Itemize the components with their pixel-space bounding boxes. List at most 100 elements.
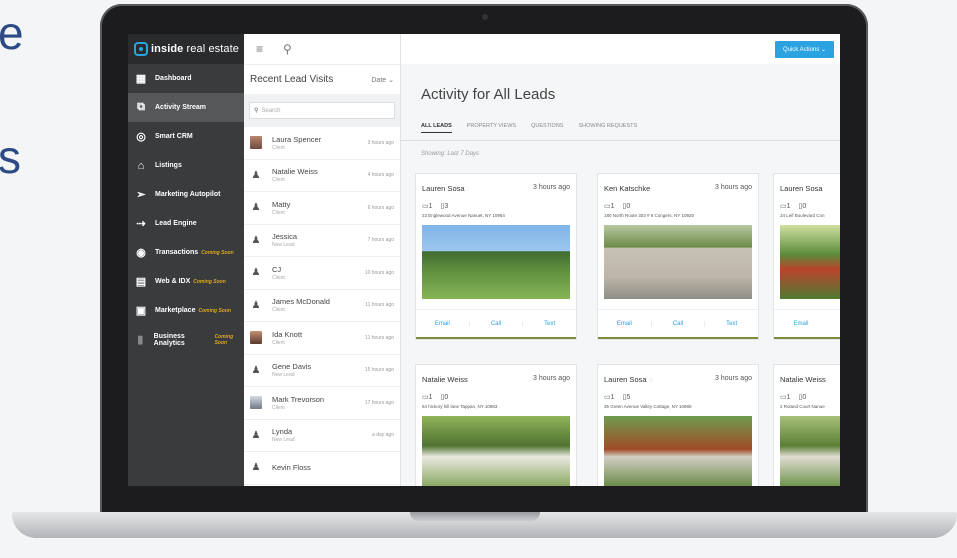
web-icon: ▤ [135,276,147,288]
sidebar-item-label: Transactions [155,249,199,256]
brand-mark-icon [134,42,148,56]
email-button[interactable]: Email [774,321,828,327]
lead-name: James McDonald [272,297,330,307]
list-item[interactable]: Laura Spencer Client 3 hours ago [244,127,400,160]
activity-card[interactable]: Lauren Sosa 3 hours ago ▭1 ▯3 23 Englewood… [415,173,577,340]
lead-search-input[interactable]: ⚲ Search [249,102,395,119]
property-photo[interactable] [780,225,840,299]
call-button[interactable]: Call [652,320,706,327]
card-actions: Email [774,309,840,337]
list-item[interactable]: ♟ Natalie Weiss Client 4 hours ago [244,160,400,192]
property-photo[interactable] [422,416,570,486]
sidebar-item-smart-crm[interactable]: ◎ Smart CRM [128,122,244,151]
activity-card[interactable]: Lauren Sosa ◌ 3 hours ago ▭1 ▯5 35 Green A… [597,364,759,486]
views-value: 1 [610,203,615,210]
list-item[interactable]: ♟ CJ Client 10 hours ago [244,257,400,290]
lead-type: Client [272,404,285,411]
sort-dropdown[interactable]: Date ⌄ [371,76,394,84]
quick-actions-button[interactable]: Quick Actions ⌄ [774,40,834,58]
activity-card[interactable]: Natalie Weiss 3 hours ago ▭1 ▯0 64 hickory… [415,364,577,486]
person-icon: ♟ [251,234,261,246]
sidebar-item-marketing-autopilot[interactable]: ➢ Marketing Autopilot [128,180,244,209]
background-text-mid: s [0,131,21,183]
activity-card[interactable]: Ken Katschke 3 hours ago ▭1 ▯0 180 North R… [597,173,759,340]
views-value: 1 [786,203,791,210]
lead-name: Kevin Floss [272,463,311,473]
home-icon: ⌂ [137,159,145,172]
email-button[interactable]: Email [598,320,652,327]
date-range-label: Showing: Last 7 Days [421,151,480,157]
text-button[interactable]: Text [523,321,576,327]
lead-time: 4 hours ago [367,172,394,179]
list-item[interactable]: ♟ Jessica New Lead 7 hours ago [244,225,400,257]
activity-card[interactable]: Natalie Weiss ▭1 ▯0 2 Roland Court Nanue [773,364,840,486]
phone-count: ▯0 [799,393,807,401]
person-icon: ♟ [251,202,261,214]
tab-all-leads[interactable]: ALL LEADS [421,117,452,133]
sidebar-item-label: Marketplace [155,307,196,314]
views-count: ▭1 [604,393,615,401]
lead-name: Lynda [272,427,293,437]
sidebar-item-label: Lead Engine [155,220,197,227]
avatar [250,331,262,345]
call-button[interactable]: Call [470,320,524,327]
list-item[interactable]: Ida Knott Client 11 hours ago [244,322,400,355]
list-item[interactable]: Mark Trevorson Client 17 hours ago [244,387,400,420]
sidebar-item-transactions[interactable]: ◉ Transactions Coming Soon [128,238,244,267]
sidebar-item-label: Listings [155,162,182,169]
sidebar-item-activity-stream[interactable]: ⧉ Activity Stream [128,93,244,122]
card-lead-name: Lauren Sosa [780,184,823,193]
list-item[interactable]: ♟ Gene Davis New Lead 15 hours ago [244,355,400,387]
list-item[interactable]: ♟ Matty Client 6 hours ago [244,192,400,225]
activity-card[interactable]: Lauren Sosa ▭1 ▯0 34 Leif Boulevard Con E… [773,173,840,340]
card-actions: Email Call Text [598,309,758,337]
sidebar-item-listings[interactable]: ⌂ Listings [128,151,244,180]
card-time: 3 hours ago [533,184,570,191]
tab-property-views[interactable]: PROPERTY VIEWS [467,117,516,133]
property-photo[interactable] [604,416,752,486]
views-count: ▭1 [604,202,615,210]
list-item[interactable]: ♟ James McDonald Client 11 hours ago [244,290,400,322]
email-button[interactable]: Email [416,320,470,327]
card-accent-bar [774,337,840,339]
loading-spinner-icon: ◌ [648,375,654,384]
coming-soon-badge: Coming Soon [198,307,231,314]
sidebar-item-dashboard[interactable]: ▦ Dashboard [128,64,244,93]
views-count: ▭1 [422,202,433,210]
property-photo[interactable] [780,416,840,486]
top-bar-left: ≡ ⚲ [244,34,400,64]
activity-tabs: ALL LEADS PROPERTY VIEWS QUESTIONS SHOWI… [401,103,840,141]
sidebar-item-business-analytics[interactable]: ▮ Business Analytics Coming Soon [128,325,244,354]
property-photo[interactable] [604,225,752,299]
person-icon: ♟ [251,364,261,376]
card-accent-bar [416,337,576,339]
lead-name: Matty [272,199,291,209]
sidebar-item-marketplace[interactable]: ▣ Marketplace Coming Soon [128,296,244,325]
person-icon: ♟ [251,267,261,279]
laptop-base-notch [410,512,540,521]
lead-name: Jessica [272,232,298,242]
tab-questions[interactable]: QUESTIONS [531,117,563,133]
tab-showing-requests[interactable]: SHOWING REQUESTS [578,117,637,133]
list-item[interactable]: ♟ Lynda New Lead a day ago [244,420,400,452]
lead-engine-icon: ⇢ [136,218,146,230]
list-item[interactable]: ♟ Kevin Floss [244,452,400,485]
sidebar-item-lead-engine[interactable]: ⇢ Lead Engine [128,209,244,238]
monitor-icon: ▭ [422,203,429,210]
card-lead-name: Natalie Weiss [422,375,468,384]
brand-logo[interactable]: inside real estate [128,34,244,64]
text-button[interactable]: Text [705,321,758,327]
views-value: 1 [428,203,433,210]
lead-time: 11 hours ago [365,302,394,309]
menu-icon[interactable]: ≡ [256,42,263,56]
search-icon[interactable]: ⚲ [283,42,292,56]
lead-type: New Lead [272,242,295,249]
property-photo[interactable] [422,225,570,299]
lead-time: 11 hours ago [365,334,394,341]
lead-type: New Lead [272,372,295,379]
sidebar: inside real estate ▦ Dashboard ⧉ Activit… [128,34,244,486]
sidebar-item-web-idx[interactable]: ▤ Web & IDX Coming Soon [128,267,244,296]
activity-stream-icon: ⧉ [137,101,145,113]
lead-type: Client [272,339,285,346]
person-icon: ♟ [251,429,261,441]
